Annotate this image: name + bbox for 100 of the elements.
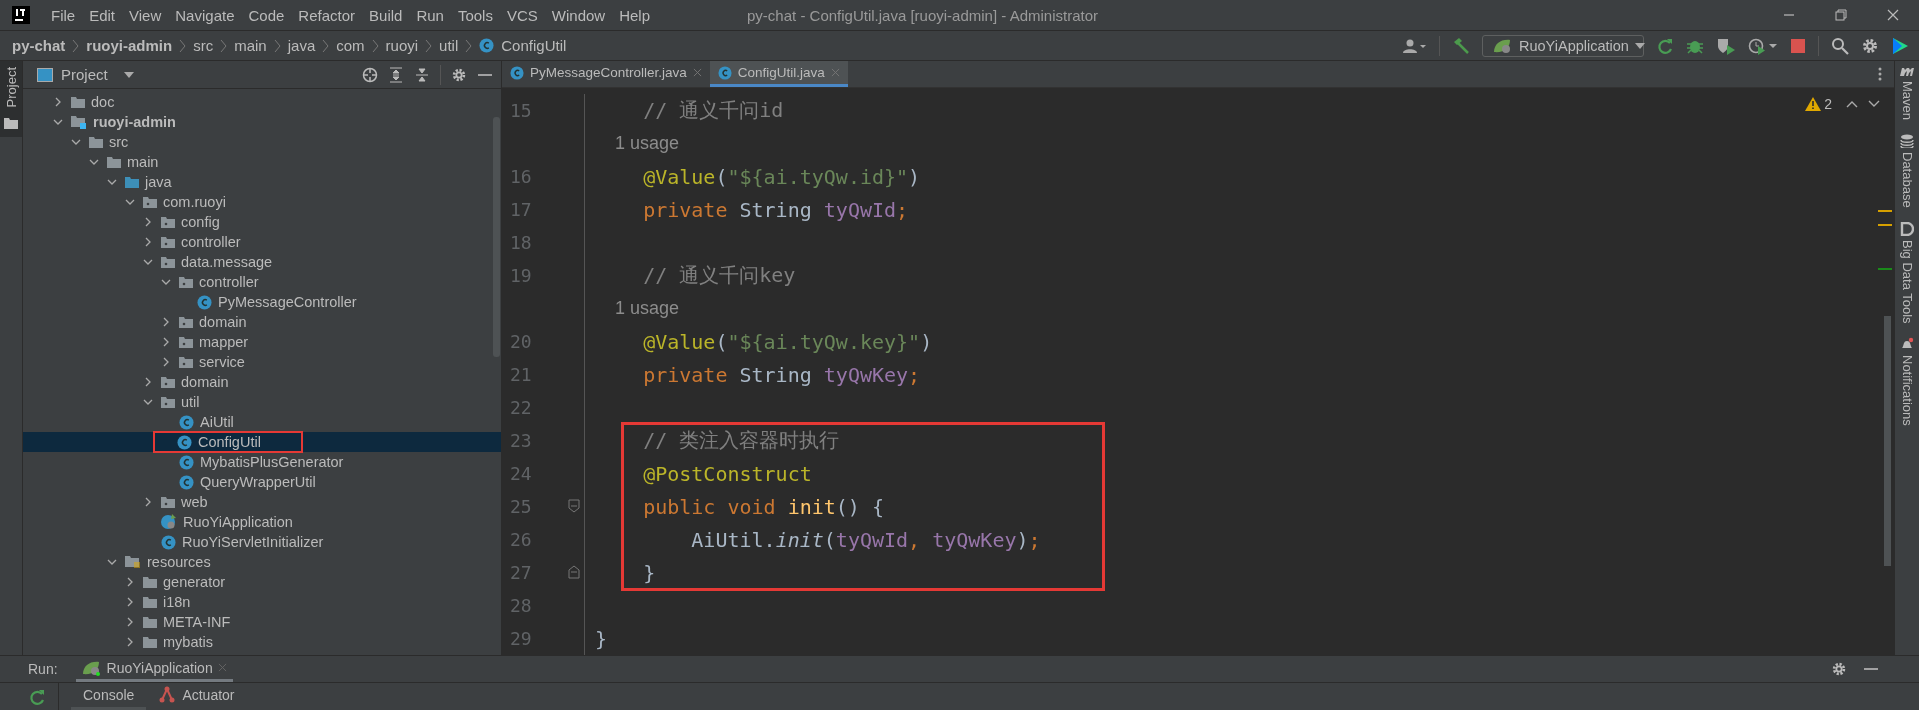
tree-item[interactable]: RuoYiServletInitializer <box>182 534 324 550</box>
panel-title[interactable]: Project <box>61 66 108 83</box>
tree-item[interactable]: AiUtil <box>200 414 234 430</box>
folder-icon <box>143 576 157 588</box>
menu-item[interactable]: Window <box>544 6 613 24</box>
package-icon <box>179 316 193 328</box>
code-line: } <box>595 626 608 651</box>
tree-item[interactable]: ruoyi-admin <box>93 114 176 130</box>
menu-item[interactable]: VCS <box>499 6 545 24</box>
menu-item[interactable]: Build <box>362 6 410 24</box>
tool-window-button[interactable]: Maven <box>1899 65 1915 121</box>
tool-window-button[interactable]: Notifications <box>1899 337 1915 427</box>
tree-item[interactable]: resources <box>147 554 211 570</box>
menu-item[interactable]: Code <box>241 6 292 24</box>
console-tab[interactable]: Actuator <box>146 683 247 710</box>
tree-item[interactable]: i18n <box>163 594 191 610</box>
tree-item[interactable]: domain <box>199 314 247 330</box>
tree-item[interactable]: data.message <box>181 254 273 270</box>
tree-item[interactable]: com.ruoyi <box>163 194 226 210</box>
breadcrumb-item[interactable]: ConfigUtil <box>501 37 567 54</box>
usage-hint[interactable]: 1 usage <box>595 298 680 319</box>
rerun-icon[interactable] <box>1656 36 1674 55</box>
tree-item[interactable]: main <box>127 154 159 170</box>
breadcrumb-item[interactable]: ruoyi <box>385 37 419 54</box>
editor-tab[interactable]: PyMessageController.java <box>502 61 710 87</box>
run-configuration-dropdown[interactable]: RuoYiApplication <box>1482 34 1644 57</box>
line-number: 23 <box>509 430 532 451</box>
editor-tab[interactable]: ConfigUtil.java <box>709 61 848 87</box>
line-number: 27 <box>509 562 532 583</box>
run-tab[interactable]: RuoYiApplication <box>75 656 233 682</box>
target-icon[interactable] <box>362 66 378 83</box>
stop-icon[interactable] <box>1790 37 1806 54</box>
breadcrumb-item[interactable]: util <box>439 37 459 54</box>
leaf-icon <box>81 659 102 676</box>
close-icon[interactable] <box>1887 9 1899 21</box>
tree-item[interactable]: mapper <box>199 334 249 350</box>
tree-item[interactable]: generator <box>163 574 226 590</box>
menu-item[interactable]: File <box>44 6 83 24</box>
class-icon <box>179 474 194 490</box>
breadcrumb-item[interactable]: src <box>193 37 214 54</box>
menu-item[interactable]: Run <box>409 6 451 24</box>
tree-item[interactable]: RuoYiApplication <box>183 514 293 530</box>
code-line: private String tyQwId; <box>642 197 909 222</box>
breadcrumb-item[interactable]: py-chat <box>12 37 66 54</box>
tree-item[interactable]: web <box>181 494 208 510</box>
breadcrumb-item[interactable]: java <box>287 37 316 54</box>
breadcrumb-item[interactable]: com <box>336 37 365 54</box>
caret-icon <box>1634 41 1645 50</box>
line-number: 20 <box>509 331 532 352</box>
package-icon <box>179 356 193 368</box>
tree-item[interactable]: controller <box>199 274 259 290</box>
chevron-icon <box>179 38 187 53</box>
tree-item[interactable]: MybatisPlusGenerator <box>200 454 344 470</box>
settings-icon[interactable] <box>1831 661 1847 677</box>
fold-marker-icon[interactable] <box>568 565 580 579</box>
console-tab[interactable]: Console <box>71 683 147 710</box>
tree-item[interactable]: domain <box>181 374 229 390</box>
hammer-icon[interactable] <box>1452 36 1470 55</box>
breadcrumb-item[interactable]: ruoyi-admin <box>86 37 173 54</box>
menu-item[interactable]: Tools <box>450 6 500 24</box>
scrollbar[interactable] <box>1884 316 1891 566</box>
user-icon[interactable] <box>1403 37 1427 54</box>
settings-icon[interactable] <box>1861 36 1879 55</box>
tree-item[interactable]: util <box>181 394 200 410</box>
rerun-icon[interactable] <box>28 687 46 706</box>
tree-item[interactable]: config <box>181 214 220 230</box>
fold-marker-icon[interactable] <box>568 499 580 513</box>
scrollbar[interactable] <box>493 117 500 357</box>
profiler-icon[interactable] <box>1748 36 1778 55</box>
menu-item[interactable]: Help <box>612 6 658 24</box>
tree-item[interactable]: controller <box>181 234 241 250</box>
collapse-all-icon[interactable] <box>414 66 430 83</box>
menu-item[interactable]: Navigate <box>168 6 242 24</box>
settings-icon[interactable] <box>451 66 467 83</box>
tool-window-button[interactable]: Project <box>0 61 22 138</box>
breadcrumb-item[interactable]: main <box>234 37 267 54</box>
line-number: 15 <box>509 100 532 121</box>
menu-item[interactable]: Edit <box>82 6 123 24</box>
search-icon[interactable] <box>1831 36 1849 55</box>
more-icon[interactable] <box>1878 67 1882 81</box>
caret-icon[interactable] <box>123 70 134 79</box>
tool-window-button[interactable]: Big Data Tools <box>1899 221 1915 324</box>
restore-icon[interactable] <box>1835 9 1847 21</box>
tree-item[interactable]: doc <box>91 94 115 110</box>
tree-item[interactable]: PyMessageController <box>218 294 357 310</box>
expand-all-icon[interactable] <box>388 66 404 83</box>
tree-item[interactable]: META-INF <box>163 614 231 630</box>
usage-hint[interactable]: 1 usage <box>595 133 680 154</box>
shield-run-icon[interactable] <box>1716 36 1736 55</box>
class-icon <box>510 65 524 80</box>
menu-item[interactable]: View <box>122 6 169 24</box>
toolbox-logo-icon[interactable] <box>1891 36 1909 55</box>
tree-item[interactable]: ConfigUtil <box>198 434 261 450</box>
tool-window-button[interactable]: Database <box>1899 134 1915 208</box>
tree-item[interactable]: mybatis <box>163 634 213 650</box>
tree-item[interactable]: QueryWrapperUtil <box>200 474 316 490</box>
tree-item[interactable]: src <box>109 134 129 150</box>
menu-item[interactable]: Refactor <box>291 6 363 24</box>
tree-item[interactable]: java <box>145 174 172 190</box>
tree-item[interactable]: service <box>199 354 245 370</box>
